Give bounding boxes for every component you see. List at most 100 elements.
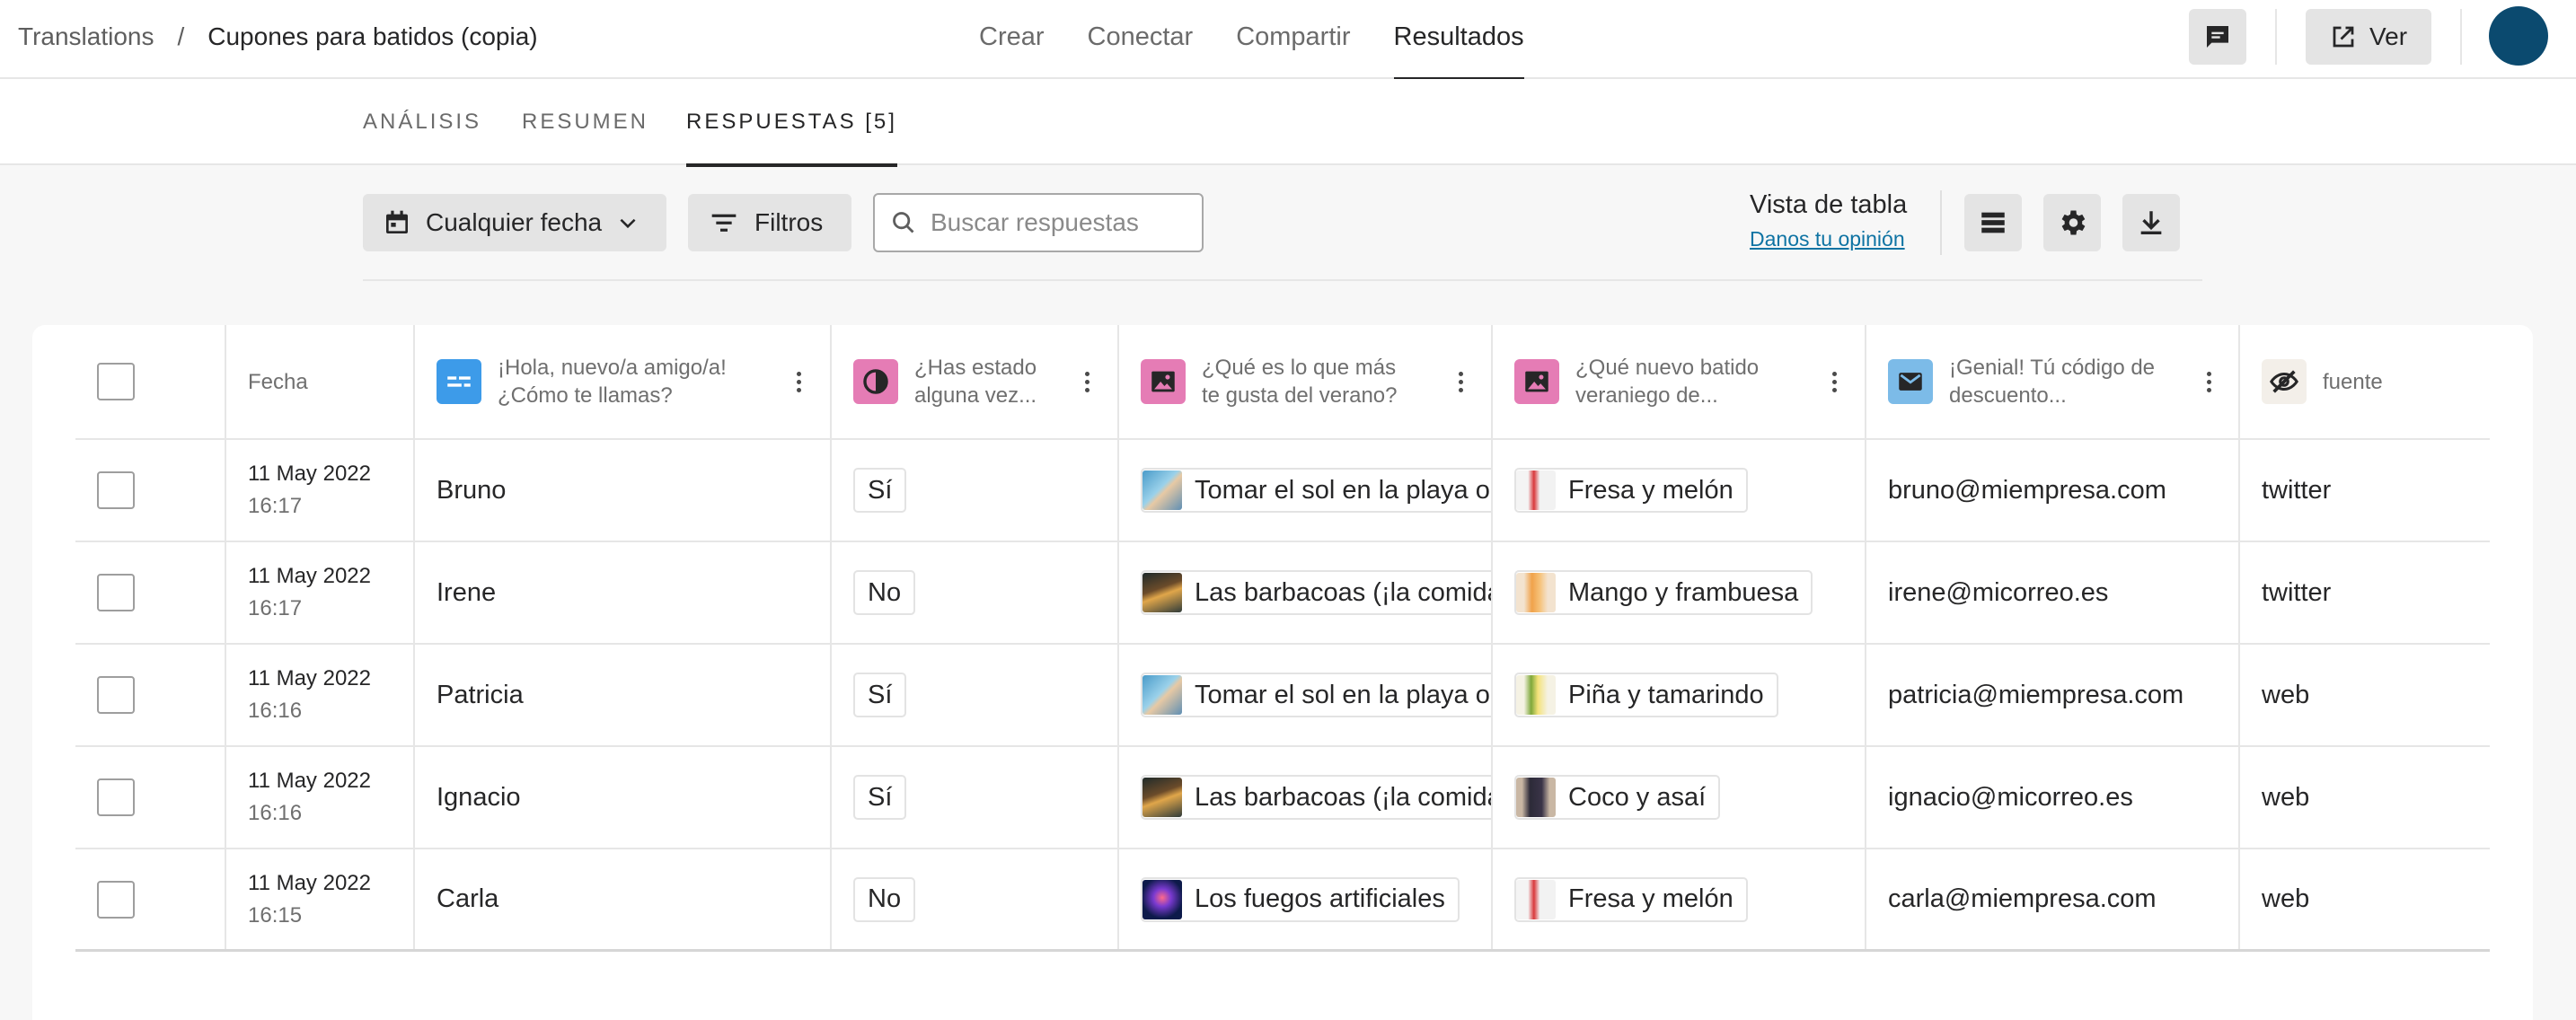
settings-button[interactable] [2043,194,2101,251]
pineapple-thumbnail [1516,675,1556,715]
row-checkbox[interactable] [97,676,135,714]
summer-cell: Los fuegos artificiales [1141,849,1491,949]
column-menu-icon[interactable] [1832,325,1837,438]
tab-respuestas[interactable]: RESPUESTAS [5] [686,79,897,167]
response-time: 16:17 [248,596,303,620]
nav-conectar[interactable]: Conectar [1088,0,1194,79]
date-cell: 11 May 2022 16:17 [248,440,371,541]
nav-crear[interactable]: Crear [979,0,1045,79]
nav-resultados[interactable]: Resultados [1393,0,1524,81]
source-cell: web [2262,884,2310,913]
header-line: ¿Qué es lo que más [1202,356,1397,380]
summer-cell: Las barbacoas (¡la comida [1141,542,1491,643]
yes-no-icon [853,359,898,404]
row-select-cell [97,542,135,643]
header-line: ¿Has estado [914,356,1037,380]
name-cell: Bruno [437,475,507,505]
download-button[interactable] [2122,194,2180,251]
date-filter-label: Cualquier fecha [426,208,603,236]
gear-icon [2061,210,2086,235]
header-line: ¿Qué nuevo batido [1575,356,1760,380]
name-cell: Carla [437,884,499,913]
select-all-checkbox[interactable] [97,363,135,400]
header-fecha[interactable]: Fecha [248,325,308,438]
chat-icon [2207,26,2228,48]
chat-button[interactable] [2189,9,2246,65]
header-source[interactable]: fuente [2262,325,2383,438]
sub-tabs: ANÁLISIS RESUMEN RESPUESTAS [5] [0,79,2576,167]
view-mode: Vista de tabla Danos tu opinión [1750,190,1907,251]
name-cell: Patricia [437,680,524,709]
header-visited-question[interactable]: ¿Has estado alguna vez... [853,325,1114,438]
main-nav: Crear Conectar Compartir Resultados [979,0,1567,81]
table-row[interactable]: 11 May 2022 16:17 Bruno Sí Tomar el sol e… [75,440,2490,542]
table-row[interactable]: 11 May 2022 16:17 Irene No Las barbacoas … [75,542,2490,645]
row-select-cell [97,645,135,745]
answer-tag: Las barbacoas (¡la comida [1141,775,1491,820]
fireworks-thumbnail [1142,879,1182,919]
avatar[interactable] [2489,6,2548,66]
email-cell: bruno@miempresa.com [1888,475,2166,505]
source-cell: twitter [2262,475,2332,505]
search-input[interactable] [931,208,1200,237]
answer-tag: Sí [853,673,907,717]
header-shake-question[interactable]: ¿Qué nuevo batido veraniego de... [1514,325,1838,438]
header-email-question[interactable]: ¡Genial! Tú código de descuento... [1888,325,2211,438]
tab-resumen[interactable]: RESUMEN [522,79,648,165]
answer-tag: Sí [853,468,907,513]
date-cell: 11 May 2022 16:17 [248,542,371,643]
breadcrumb: Translations / Cupones para batidos (cop… [18,0,538,74]
view-button-label: Ver [2369,22,2408,50]
date-cell: 11 May 2022 16:15 [248,849,371,949]
view-button[interactable]: Ver [2306,9,2431,65]
email-cell: ignacio@micorreo.es [1888,782,2133,812]
divider [2275,9,2277,65]
table-header: Fecha ¡Hola, nuevo/a amigo/a! ¿Cómo te ll… [75,325,2490,440]
breadcrumb-root[interactable]: Translations [18,22,154,51]
table-view-button[interactable] [1964,194,2022,251]
row-checkbox[interactable] [97,880,135,919]
answer-text: Fresa y melón [1568,884,1734,913]
shake-cell: Fresa y melón [1514,440,1748,541]
email-cell: patricia@miempresa.com [1888,680,2184,709]
bbq-thumbnail [1142,573,1182,612]
breadcrumb-current[interactable]: Cupones para batidos (copia) [207,22,537,51]
shake-cell: Mango y frambuesa [1514,542,1813,643]
calendar-icon [386,210,408,233]
date-filter-button[interactable]: Cualquier fecha [363,194,666,251]
filters-button[interactable]: Filtros [688,194,851,251]
row-checkbox[interactable] [97,471,135,509]
divider [363,279,2202,281]
summer-cell: Las barbacoas (¡la comida [1141,747,1491,848]
short-text-icon [437,359,481,404]
header-summer-question[interactable]: ¿Qué es lo que más te gusta del verano? [1141,325,1464,438]
answer-tag: Piña y tamarindo [1514,673,1778,717]
shake-cell: Fresa y melón [1514,849,1748,949]
table-row[interactable]: 11 May 2022 16:16 Ignacio Sí Las barbacoa… [75,747,2490,849]
visited-cell: Sí [853,440,907,541]
tab-analisis[interactable]: ANÁLISIS [363,79,481,165]
answer-tag: Coco y asaí [1514,775,1721,820]
external-link-icon [2333,26,2354,48]
table-row[interactable]: 11 May 2022 16:15 Carla No Los fuegos art… [75,849,2490,952]
filters-label: Filtros [754,208,824,236]
header-line: ¡Hola, nuevo/a amigo/a! [498,356,727,380]
column-menu-icon[interactable] [2207,325,2211,438]
visited-cell: No [853,542,916,643]
feedback-link[interactable]: Danos tu opinión [1750,227,1907,251]
row-checkbox[interactable] [97,574,135,611]
divider [1940,190,1942,255]
download-icon [2140,211,2162,235]
table-row[interactable]: 11 May 2022 16:16 Patricia Sí Tomar el so… [75,645,2490,747]
row-checkbox[interactable] [97,778,135,816]
answer-tag: Las barbacoas (¡la comida [1141,570,1491,615]
header-name-question[interactable]: ¡Hola, nuevo/a amigo/a! ¿Cómo te llamas? [437,325,832,438]
hidden-eye-icon [2262,359,2307,404]
divider [2460,9,2462,65]
column-menu-icon[interactable] [1085,325,1090,438]
name-cell: Irene [437,577,497,607]
column-menu-icon[interactable] [1459,325,1463,438]
nav-compartir[interactable]: Compartir [1236,0,1350,79]
column-menu-icon[interactable] [797,325,801,438]
breadcrumb-separator: / [177,22,185,50]
